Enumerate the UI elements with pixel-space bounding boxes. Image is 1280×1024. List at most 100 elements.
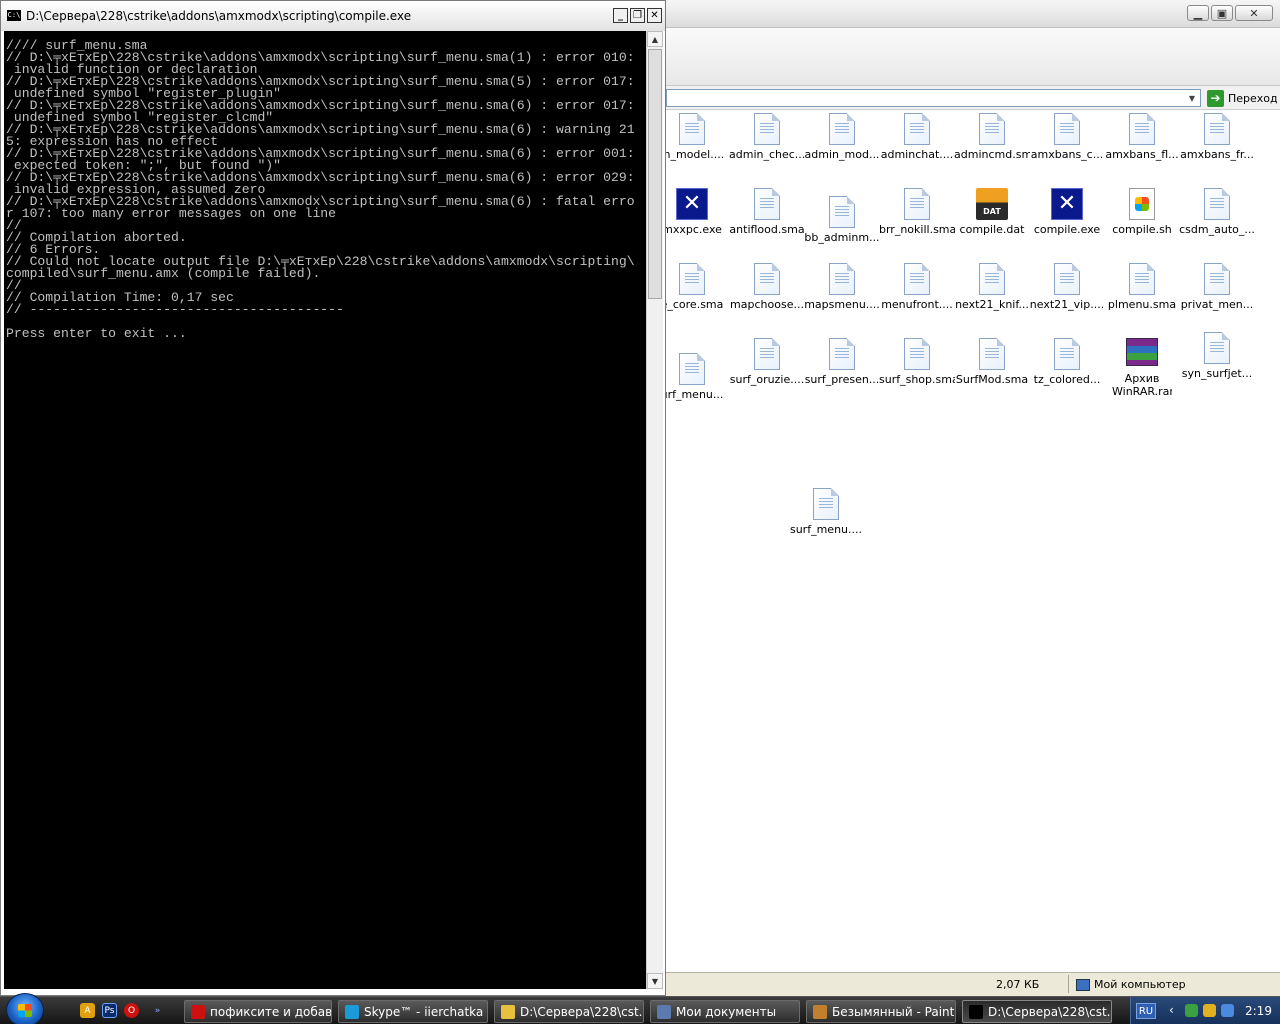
documents-icon (657, 1004, 671, 1019)
file-name: urf_menu... (666, 388, 724, 401)
doc-icon (1129, 263, 1155, 295)
console-output[interactable]: //// surf_menu.sma// D:\╤xEтxEp\228\cstr… (4, 31, 646, 989)
console-titlebar[interactable]: C:\ D:\Сервера\228\cstrike\addons\amxmod… (1, 1, 665, 31)
scroll-down-button[interactable]: ▼ (647, 973, 663, 989)
taskbar-item[interactable]: D:\Сервера\228\cst... (494, 1000, 644, 1023)
file-name: next21_knif... (955, 298, 1029, 311)
minimize-button[interactable]: ▁ (1187, 5, 1209, 21)
start-button[interactable] (6, 993, 44, 1024)
file-item[interactable]: brr_nokill.sma (879, 188, 955, 236)
system-tray: RU ‹ 2:19 (1130, 997, 1280, 1024)
file-item[interactable]: next21_knif... (954, 263, 1030, 311)
explorer-titlebar[interactable]: ▁ ▣ ✕ (666, 0, 1280, 28)
file-item[interactable]: Архив WinRAR.rar (1104, 338, 1180, 398)
close-button[interactable]: ✕ (1235, 5, 1273, 21)
tray-expand-icon[interactable]: ‹ (1169, 1003, 1174, 1017)
status-divider (1068, 975, 1069, 993)
taskbar: A Ps O » пофиксите и добав... Skype™ - ii… (0, 993, 1280, 1024)
arrow-right-icon: ➔ (1207, 89, 1224, 107)
exe-icon: ✕ (676, 188, 708, 220)
chevron-down-icon[interactable]: ▼ (1184, 90, 1200, 106)
scrollbar[interactable]: ▲ ▼ (646, 31, 663, 989)
exe-icon: ✕ (1051, 188, 1083, 220)
file-item[interactable]: admin_chec... (729, 113, 805, 161)
taskbar-item-label: D:\Сервера\228\cst... (520, 1004, 644, 1019)
file-item[interactable]: csdm_auto_... (1179, 188, 1255, 236)
taskbar-item[interactable]: Мои документы (650, 1000, 800, 1023)
file-item[interactable]: tz_colored... (1029, 338, 1105, 386)
status-size: 2,07 КБ (996, 978, 1040, 991)
go-button[interactable]: ➔ Переход (1207, 89, 1278, 107)
skype-tray-icon[interactable] (1185, 1004, 1198, 1017)
status-bar: 2,07 КБ Мой компьютер (666, 972, 1280, 996)
file-item[interactable]: e_core.sma (666, 263, 730, 311)
file-item[interactable]: menufront.... (879, 263, 955, 311)
file-item[interactable]: DAT compile.dat (954, 188, 1030, 236)
status-location: Мой компьютер (1076, 978, 1186, 991)
doc-icon (979, 338, 1005, 370)
taskbar-item[interactable]: Skype™ - iierchatka (338, 1000, 488, 1023)
file-item[interactable]: bb_adminm... (804, 196, 880, 244)
avast-icon[interactable]: A (80, 1003, 95, 1018)
console-line: // -------------------------------------… (6, 302, 344, 317)
file-item[interactable]: surf_menu.... (788, 488, 864, 536)
doc-icon (1204, 332, 1230, 364)
photoshop-icon[interactable]: Ps (102, 1003, 117, 1018)
status-location-label: Мой компьютер (1094, 978, 1186, 991)
doc-icon (754, 188, 780, 220)
address-input[interactable]: ▼ (666, 89, 1201, 107)
file-item[interactable]: adminchat.... (879, 113, 955, 161)
file-item[interactable]: surf_presen... (804, 338, 880, 386)
file-item[interactable]: mapsmenu.... (804, 263, 880, 311)
language-indicator[interactable]: RU (1136, 1003, 1156, 1019)
file-name: next21_vip.... (1029, 298, 1105, 311)
file-list: m_model.... admin_chec... admin_mod... admi… (666, 110, 1280, 972)
file-name: amxbans_c... (1030, 148, 1104, 161)
taskbar-item[interactable]: пофиксите и добав... (184, 1000, 332, 1023)
file-item[interactable]: amxbans_c... (1029, 113, 1105, 161)
doc-icon (829, 113, 855, 145)
file-item[interactable]: admin_mod... (804, 113, 880, 161)
opera-icon[interactable]: O (124, 1003, 139, 1018)
file-name: admin_chec... (729, 148, 805, 161)
doc-icon (1204, 263, 1230, 295)
file-item[interactable]: SurfMod.sma (954, 338, 1030, 386)
file-item[interactable]: privat_men... (1179, 263, 1255, 311)
file-item[interactable]: ✕ compile.exe (1029, 188, 1105, 236)
doc-icon (679, 353, 705, 385)
file-item[interactable]: surf_oruzie.... (729, 338, 805, 386)
file-item[interactable]: syn_surfjet... (1179, 332, 1255, 380)
file-item[interactable]: urf_menu... (666, 353, 730, 401)
file-name: m_model.... (666, 148, 725, 161)
taskbar-item[interactable]: Безымянный - Paint (806, 1000, 956, 1023)
file-item[interactable]: amxbans_fr... (1179, 113, 1255, 161)
file-name: compile.dat (959, 223, 1025, 236)
scroll-up-button[interactable]: ▲ (647, 31, 663, 47)
file-item[interactable]: surf_shop.sma (879, 338, 955, 386)
file-item[interactable]: amxbans_fl... (1104, 113, 1180, 161)
network-icon[interactable] (1221, 1004, 1234, 1017)
overflow-icon[interactable]: » (150, 1003, 165, 1018)
file-name: tz_colored... (1033, 373, 1101, 386)
scroll-thumb[interactable] (648, 49, 662, 299)
file-item[interactable]: compile.sh (1104, 188, 1180, 236)
file-item[interactable]: plmenu.sma (1104, 263, 1180, 311)
doc-icon (1054, 263, 1080, 295)
rar-icon (1126, 338, 1158, 366)
file-item[interactable]: antiflood.sma (729, 188, 805, 236)
file-item[interactable]: ✕ mxxpc.exe (666, 188, 730, 236)
file-name: surf_menu.... (789, 523, 862, 536)
close-button[interactable]: ✕ (647, 8, 662, 23)
minimize-button[interactable]: _ (613, 8, 628, 23)
restore-button[interactable]: ❐ (630, 8, 645, 23)
file-item[interactable]: mapchoose... (729, 263, 805, 311)
opera-icon (191, 1004, 205, 1019)
file-item[interactable]: m_model.... (666, 113, 730, 161)
security-icon[interactable] (1203, 1004, 1216, 1017)
file-item[interactable]: next21_vip.... (1029, 263, 1105, 311)
paint-icon (813, 1004, 827, 1019)
taskbar-item[interactable]: D:\Сервера\228\cst... (962, 1000, 1112, 1023)
file-item[interactable]: admincmd.sma (954, 113, 1030, 161)
maximize-button[interactable]: ▣ (1211, 5, 1233, 21)
file-name: surf_oruzie.... (729, 373, 805, 386)
